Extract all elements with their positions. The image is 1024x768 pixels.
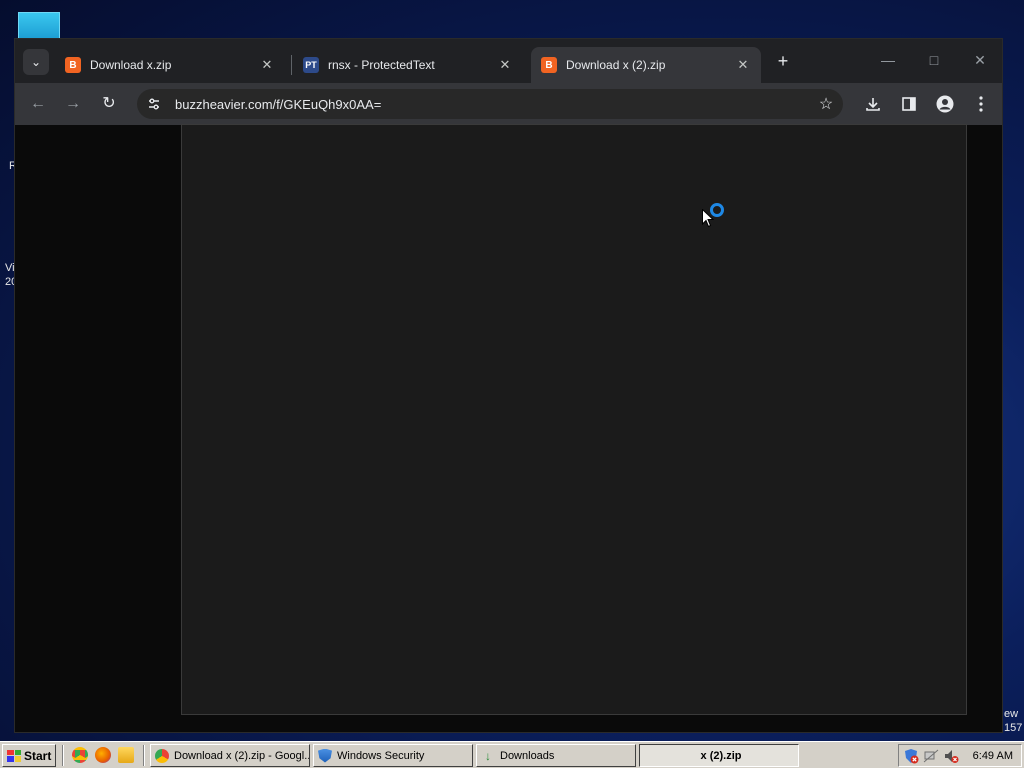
taskbar-divider: [62, 745, 64, 766]
volume-muted-icon[interactable]: [943, 748, 959, 764]
close-window-button[interactable]: ✕: [965, 49, 995, 71]
taskbar-button-downloads[interactable]: ↓ Downloads: [476, 744, 636, 767]
firefox-quicklaunch-icon[interactable]: [95, 747, 111, 763]
close-tab-icon[interactable]: ✕: [259, 57, 275, 73]
tab-label: Download x (2).zip: [566, 58, 666, 72]
address-bar[interactable]: buzzheavier.com/f/GKEuQh9x0AA= ☆: [137, 89, 843, 119]
profile-avatar-icon[interactable]: [933, 93, 957, 115]
browser-window: ⌄ B Download x.zip ✕ PT rnsx - Protected…: [14, 38, 1003, 733]
site-info-icon[interactable]: [139, 89, 169, 119]
chrome-quicklaunch-icon[interactable]: [72, 747, 88, 763]
tab-divider: [291, 55, 292, 75]
buzzheavier-favicon-icon: B: [541, 57, 557, 73]
taskbar-button-zip[interactable]: x (2).zip: [639, 744, 799, 767]
chrome-icon: [155, 748, 169, 763]
tab-download-x-2[interactable]: B Download x (2).zip ✕: [531, 47, 761, 83]
maximize-button[interactable]: □: [919, 49, 949, 71]
network-disconnected-icon[interactable]: [923, 748, 939, 764]
bookmark-star-icon[interactable]: ☆: [811, 94, 841, 114]
taskbar-divider: [143, 745, 145, 766]
download-arrow-icon: ↓: [485, 748, 491, 763]
taskbar-button-chrome[interactable]: Download x (2).zip - Googl...: [150, 744, 310, 767]
taskbar-button-label: x (2).zip: [700, 749, 742, 762]
close-tab-icon[interactable]: ✕: [735, 57, 751, 73]
browser-toolbar: ← → ↻ buzzheavier.com/f/GKEuQh9x0AA= ☆: [15, 83, 1002, 125]
taskbar-button-label: Windows Security: [337, 749, 425, 762]
start-button[interactable]: Start: [2, 744, 56, 767]
tab-download-x[interactable]: B Download x.zip ✕: [55, 47, 285, 83]
taskbar-button-label: Downloads: [500, 749, 555, 762]
back-button[interactable]: ←: [25, 92, 51, 116]
windows-flag-icon: [7, 749, 21, 762]
downloads-icon[interactable]: [861, 93, 885, 115]
taskbar-button-windows-security[interactable]: Windows Security: [313, 744, 473, 767]
reload-button[interactable]: ↻: [96, 92, 122, 116]
desktop-text-fragment: 157: [1004, 722, 1023, 734]
folder-quicklaunch-icon[interactable]: [118, 747, 134, 763]
tab-strip: ⌄ B Download x.zip ✕ PT rnsx - Protected…: [15, 39, 1002, 83]
url-text[interactable]: buzzheavier.com/f/GKEuQh9x0AA=: [175, 97, 811, 112]
start-label: Start: [24, 748, 52, 763]
buzzheavier-favicon-icon: B: [65, 57, 81, 73]
security-alert-icon[interactable]: [903, 748, 919, 764]
page-content: [15, 124, 1002, 732]
chevron-down-icon: ⌄: [30, 55, 42, 69]
taskbar-button-label: Download x (2).zip - Googl...: [174, 749, 310, 762]
loading-overlay-panel: [181, 124, 967, 715]
tab-search-button[interactable]: ⌄: [23, 49, 49, 75]
close-tab-icon[interactable]: ✕: [497, 57, 513, 73]
protectedtext-favicon-icon: PT: [303, 57, 319, 73]
mouse-cursor-icon: [702, 209, 714, 228]
side-panel-icon[interactable]: [897, 93, 921, 115]
desktop-text-fragment: ew: [1004, 708, 1019, 720]
tab-protectedtext[interactable]: PT rnsx - ProtectedText ✕: [293, 47, 523, 83]
tab-label: Download x.zip: [90, 58, 172, 72]
minimize-button[interactable]: —: [873, 49, 903, 71]
forward-button[interactable]: →: [60, 92, 86, 116]
shield-icon: [318, 748, 332, 763]
clock[interactable]: 6:49 AM: [973, 750, 1013, 762]
menu-kebab-icon[interactable]: [969, 93, 993, 115]
new-tab-button[interactable]: +: [772, 51, 794, 73]
system-tray: 6:49 AM: [898, 744, 1022, 767]
tab-label: rnsx - ProtectedText: [328, 58, 435, 72]
taskbar: Start Download x (2).zip - Googl... Wind…: [0, 741, 1024, 768]
